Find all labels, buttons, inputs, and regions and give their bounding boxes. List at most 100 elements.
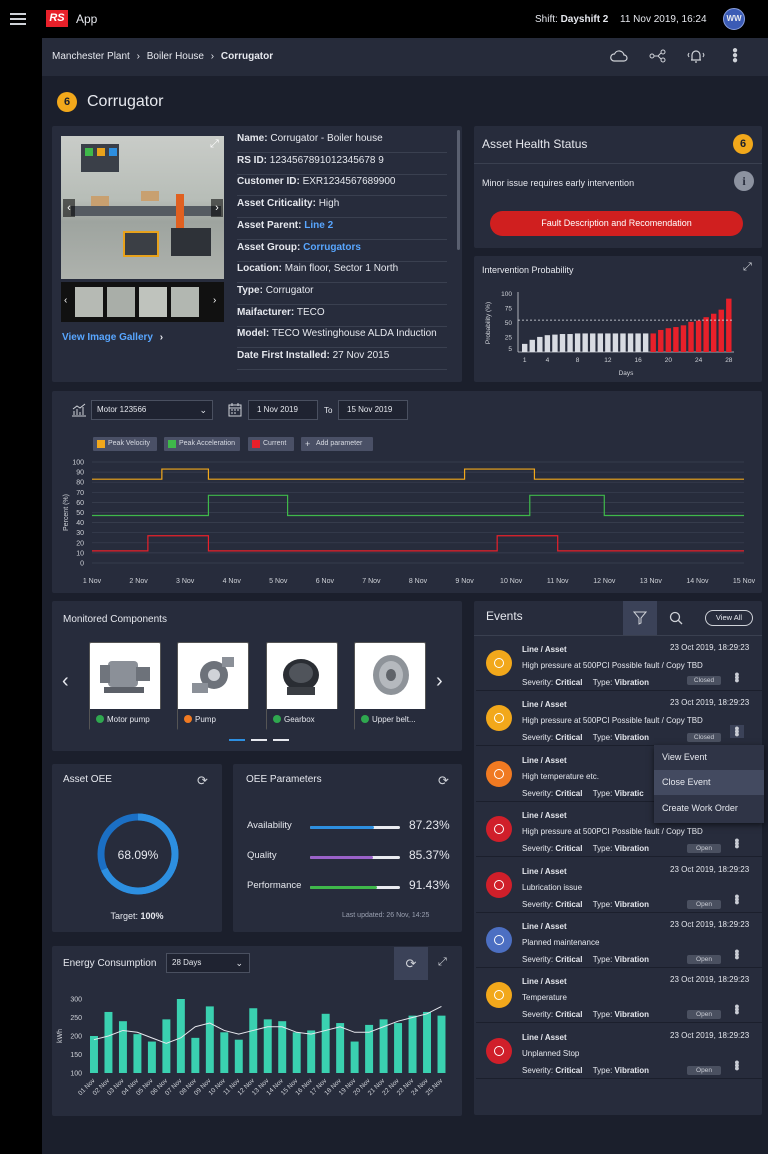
event-heading: Line / Asset bbox=[522, 977, 567, 987]
energy-refresh-button[interactable]: ⟳ bbox=[394, 947, 428, 980]
alarm-bell-icon[interactable] bbox=[687, 48, 705, 64]
breadcrumb-item-boiler-house[interactable]: Boiler House bbox=[147, 51, 204, 62]
date-from-input[interactable]: 1 Nov 2019 bbox=[248, 400, 318, 420]
menu-item-create-work-order[interactable]: Create Work Order bbox=[654, 795, 764, 821]
severity-label: Severity: bbox=[522, 733, 554, 743]
x-tick-label: 13 Nov bbox=[640, 578, 663, 585]
hamburger-menu-icon[interactable] bbox=[10, 13, 26, 25]
event-heading: Line / Asset bbox=[522, 645, 567, 654]
event-row[interactable]: Line / Asset 23 Oct 2019, 18:29:23 Tempera… bbox=[476, 968, 764, 1024]
energy-bar bbox=[350, 1041, 359, 1073]
series-line bbox=[92, 535, 744, 552]
thumbnail-image[interactable] bbox=[107, 287, 135, 317]
more-options-icon[interactable]: ● ● ● bbox=[732, 46, 738, 66]
param-chip-current[interactable]: Current bbox=[248, 437, 294, 451]
energy-bar bbox=[162, 1019, 171, 1073]
menu-item-view-event[interactable]: View Event bbox=[654, 745, 764, 770]
energy-bar bbox=[147, 1041, 156, 1073]
param-chip-peak-acceleration[interactable]: Peak Acceleration bbox=[164, 437, 240, 451]
field-label: Asset Group: bbox=[237, 241, 301, 253]
share-network-icon[interactable] bbox=[649, 49, 667, 63]
asset-field-row: RS ID: 1234567891012345678 9 bbox=[237, 154, 447, 175]
x-tick-label: 3 Nov bbox=[176, 578, 195, 585]
energy-bar bbox=[292, 1032, 301, 1073]
severity-value: Critical bbox=[555, 955, 583, 964]
field-value[interactable]: Corrugators bbox=[303, 242, 361, 253]
param-chip-peak-velocity[interactable]: Peak Velocity bbox=[93, 437, 157, 451]
calendar-icon[interactable] bbox=[228, 403, 242, 417]
x-tick-label: 25 Nov bbox=[425, 1077, 445, 1097]
search-icon[interactable] bbox=[669, 611, 683, 625]
probability-bar bbox=[522, 343, 528, 352]
user-avatar[interactable]: WW bbox=[723, 8, 745, 30]
thumbnail-image[interactable] bbox=[171, 287, 199, 317]
y-tick-label: 100 bbox=[72, 460, 84, 467]
component-card-motor-pump[interactable]: Motor pump bbox=[89, 642, 162, 731]
x-tick-label: 1 Nov bbox=[83, 578, 102, 585]
energy-range-select[interactable]: 28 Days ⌄ bbox=[166, 953, 250, 973]
event-more-icon[interactable]: ●●● bbox=[730, 724, 744, 739]
motor-parameters-chart: 0 10 20 30 40 50 60 70 80 90 100 1 Nov 2 Nov 3 Nov 4 N… bbox=[63, 460, 756, 586]
breadcrumb-item-plant[interactable]: Manchester Plant bbox=[52, 51, 130, 62]
event-date: 23 Oct 2019, 18:29:23 bbox=[670, 975, 750, 985]
carousel-indicator[interactable] bbox=[251, 739, 267, 741]
carousel-indicator-active[interactable] bbox=[229, 739, 245, 741]
status-dot bbox=[96, 715, 104, 723]
health-message: Minor issue requires early intervention bbox=[482, 178, 635, 188]
event-more-icon[interactable]: ●●● bbox=[734, 1057, 740, 1072]
expand-image-icon[interactable]: ⤢ bbox=[210, 138, 219, 151]
event-context-menu: View Event Close Event Create Work Order bbox=[654, 745, 764, 823]
event-row[interactable]: Line / Asset 23 Oct 2019, 18:29:23 High pr… bbox=[476, 691, 764, 747]
type-value: Vibration bbox=[614, 955, 650, 964]
event-row[interactable]: Line / Asset 23 Oct 2019, 18:29:23 High pr… bbox=[476, 636, 764, 691]
component-name: Upper belt... bbox=[372, 715, 416, 724]
fault-description-button[interactable]: Fault Description and Recomendation bbox=[490, 211, 743, 236]
carousel-indicator[interactable] bbox=[273, 739, 289, 741]
field-value[interactable]: Line 2 bbox=[304, 220, 333, 231]
event-more-icon[interactable]: ●●● bbox=[734, 670, 740, 685]
view-all-button[interactable]: View All bbox=[705, 610, 753, 626]
image-prev-arrow-icon[interactable]: ‹ bbox=[63, 199, 75, 217]
event-more-icon[interactable]: ●●● bbox=[734, 947, 740, 962]
oee-target-value: 100% bbox=[140, 911, 164, 921]
fields-scrollbar[interactable] bbox=[457, 130, 460, 250]
refresh-icon[interactable]: ⟳ bbox=[197, 773, 208, 789]
image-next-arrow-icon[interactable]: › bbox=[211, 199, 223, 217]
thumbs-next-arrow-icon[interactable]: › bbox=[213, 295, 216, 306]
event-row[interactable]: Line / Asset 23 Oct 2019, 18:29:23 Unplann… bbox=[476, 1024, 764, 1079]
page-title: Corrugator bbox=[87, 93, 164, 110]
thumbnail-image[interactable] bbox=[139, 287, 167, 317]
thumbnail-image[interactable] bbox=[75, 287, 103, 317]
event-more-icon[interactable]: ●●● bbox=[734, 1002, 740, 1017]
components-prev-arrow-icon[interactable]: ‹ bbox=[62, 670, 69, 693]
components-next-arrow-icon[interactable]: › bbox=[436, 670, 443, 693]
component-card-gearbox[interactable]: Gearbox bbox=[266, 642, 339, 731]
refresh-icon[interactable]: ⟳ bbox=[438, 773, 449, 789]
component-card-upper-belt[interactable]: Upper belt... bbox=[354, 642, 427, 731]
probability-bar bbox=[695, 320, 702, 352]
event-row[interactable]: Line / Asset 23 Oct 2019, 18:29:23 Lubrica… bbox=[476, 858, 764, 913]
x-tick-label: 9 Nov bbox=[455, 578, 474, 585]
date-to-input[interactable]: 15 Nov 2019 bbox=[338, 400, 408, 420]
expand-icon[interactable]: ⤢ bbox=[438, 956, 447, 969]
expand-icon[interactable]: ⤢ bbox=[743, 261, 752, 274]
asset-main-image[interactable] bbox=[61, 136, 224, 279]
event-more-icon[interactable]: ●●● bbox=[734, 891, 740, 906]
field-value: TECO Westinghouse ALDA Induction bbox=[271, 328, 437, 340]
component-card-pump[interactable]: Pump bbox=[177, 642, 250, 731]
view-image-gallery-link[interactable]: View Image Gallery › bbox=[62, 332, 163, 343]
field-label: Customer ID: bbox=[237, 176, 300, 188]
y-tick-label: 20 bbox=[76, 540, 84, 547]
x-tick-label: 2 Nov bbox=[129, 578, 148, 585]
probability-bar bbox=[650, 333, 656, 352]
thumbs-prev-arrow-icon[interactable]: ‹ bbox=[64, 295, 67, 306]
event-row[interactable]: Line / Asset 23 Oct 2019, 18:29:23 Planned… bbox=[476, 913, 764, 968]
add-parameter-button[interactable]: + Add parameter bbox=[301, 437, 373, 451]
motor-select[interactable]: Motor 123566 ⌄ bbox=[91, 400, 213, 420]
menu-item-close-event[interactable]: Close Event bbox=[654, 770, 764, 795]
energy-consumption-chart: 10015020025030001 Nov02 Nov03 Nov04 Nov0… bbox=[57, 997, 446, 1097]
info-icon[interactable]: i bbox=[734, 171, 754, 191]
event-more-icon[interactable]: ●●● bbox=[734, 836, 740, 851]
plus-icon: + bbox=[305, 439, 311, 449]
cloud-icon[interactable] bbox=[610, 49, 628, 63]
